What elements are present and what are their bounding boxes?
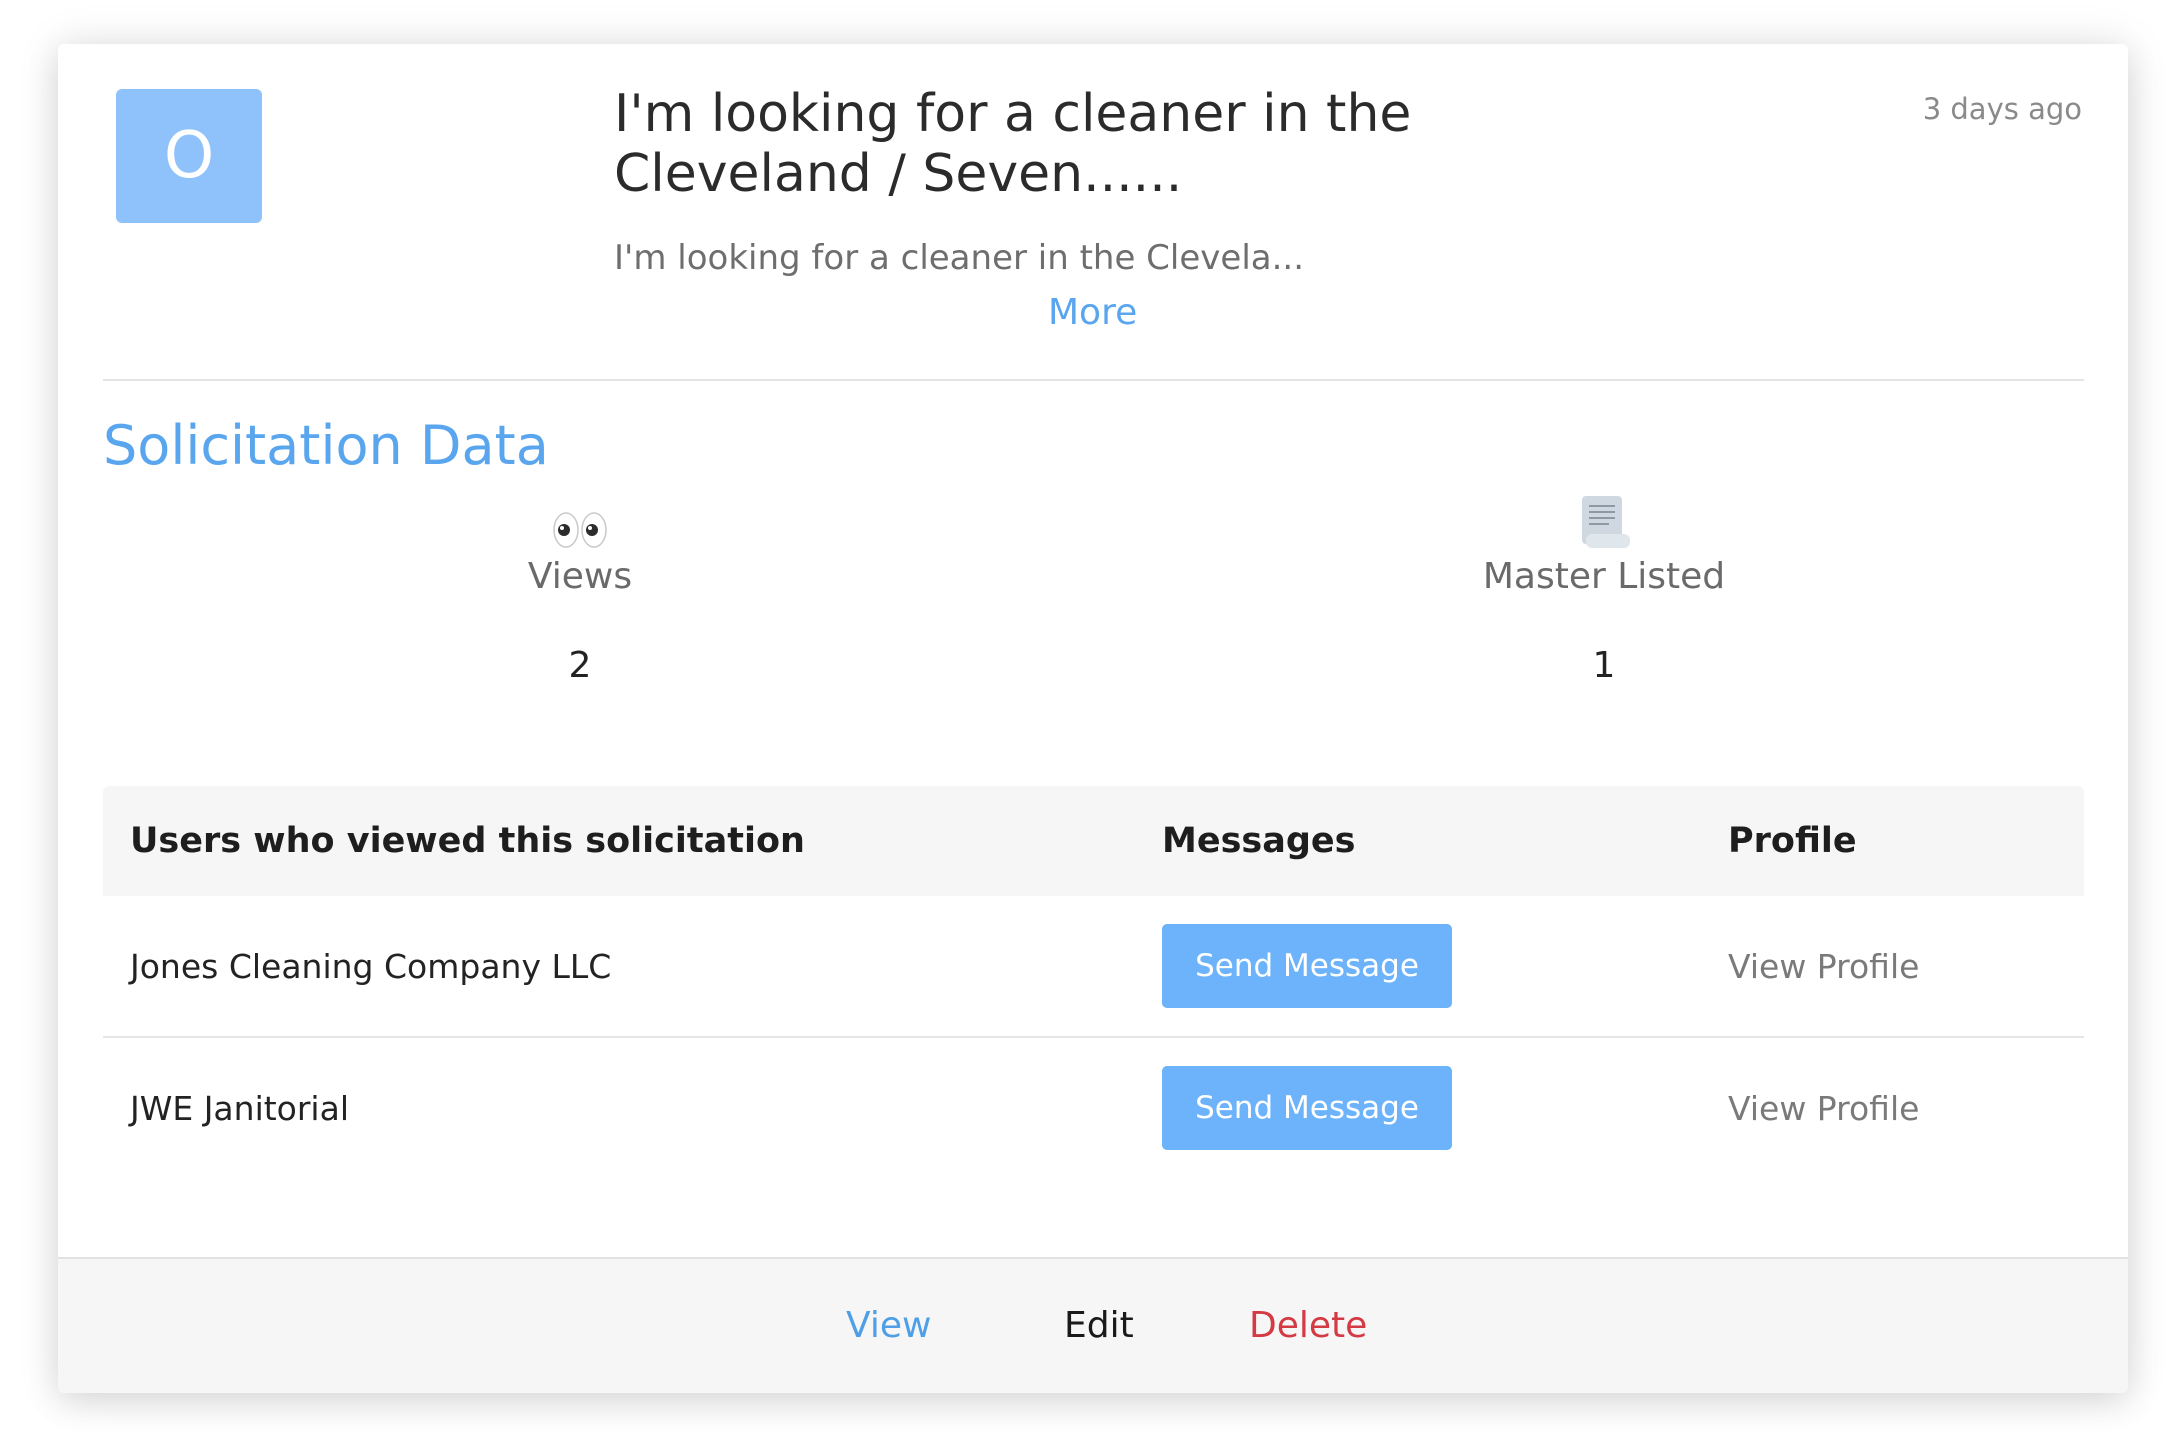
view-profile-link[interactable]: View Profile — [1728, 896, 1919, 1036]
table-header: Users who viewed this solicitation Messa… — [103, 786, 2084, 896]
table-row: Jones Cleaning Company LLC Send Message … — [103, 896, 2084, 1038]
eyes-icon — [380, 494, 780, 550]
viewers-table: Users who viewed this solicitation Messa… — [103, 786, 2084, 1178]
view-link[interactable]: View — [846, 1259, 931, 1393]
master-listed-label: Master Listed — [1482, 556, 1726, 597]
header-messages: Messages — [1162, 821, 1356, 861]
view-profile-link[interactable]: View Profile — [1728, 1038, 1919, 1178]
solicitation-card: O I'm looking for a cleaner in the Cleve… — [58, 44, 2128, 1393]
avatar: O — [116, 89, 262, 223]
edit-link[interactable]: Edit — [1064, 1259, 1134, 1393]
user-name: JWE Janitorial — [130, 1088, 349, 1128]
views-label: Views — [527, 556, 633, 597]
solicitation-excerpt: I'm looking for a cleaner in the Clevela… — [614, 238, 1305, 278]
send-message-button[interactable]: Send Message — [1162, 1066, 1452, 1150]
header-profile: Profile — [1728, 821, 1857, 861]
card-footer: View Edit Delete — [58, 1257, 2128, 1393]
divider — [103, 379, 2084, 381]
header-users: Users who viewed this solicitation — [130, 821, 805, 861]
views-stat: Views 2 — [380, 494, 780, 686]
solicitation-title: I'm looking for a cleaner in the Clevela… — [614, 84, 1412, 204]
section-title: Solicitation Data — [103, 414, 549, 477]
master-listed-value: 1 — [1592, 645, 1616, 686]
table-row: JWE Janitorial Send Message View Profile — [103, 1038, 2084, 1178]
messages-cell: Send Message — [1162, 896, 1452, 1036]
timestamp: 3 days ago — [1922, 92, 2082, 126]
views-value: 2 — [568, 645, 592, 686]
more-link[interactable]: More — [1048, 292, 1137, 333]
messages-cell: Send Message — [1162, 1038, 1452, 1178]
avatar-letter: O — [163, 119, 215, 193]
scroll-icon — [1404, 494, 1804, 550]
send-message-button[interactable]: Send Message — [1162, 924, 1452, 1008]
master-listed-stat: Master Listed 1 — [1404, 494, 1804, 686]
user-name: Jones Cleaning Company LLC — [130, 946, 612, 986]
delete-link[interactable]: Delete — [1249, 1259, 1367, 1393]
